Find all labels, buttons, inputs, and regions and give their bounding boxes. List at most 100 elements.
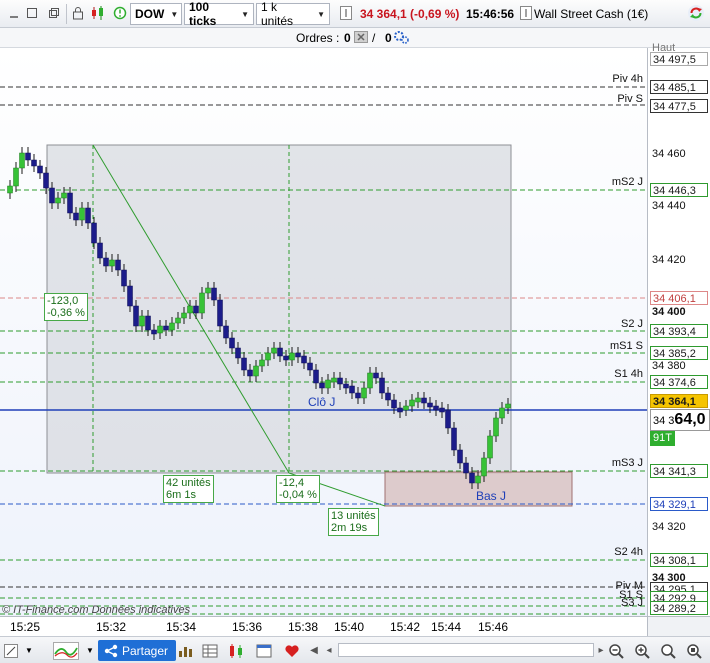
candle-body <box>187 305 193 314</box>
candle-body <box>145 315 151 331</box>
tool-menu-chevron-icon[interactable]: ▼ <box>22 640 36 661</box>
orders-count-2: 0 <box>385 31 392 45</box>
candle-body <box>133 305 139 327</box>
candle-body <box>295 352 301 358</box>
candle-body <box>7 185 13 194</box>
level-name-piv-s: Piv S <box>617 93 643 105</box>
window-icon[interactable] <box>254 640 274 661</box>
candle-body <box>73 212 79 221</box>
bottom-toolbar: ▼ ▼ Partager ◀ ◂ ▸ <box>0 636 710 663</box>
candle-body <box>115 259 121 271</box>
symbol-value: DOW <box>135 7 165 21</box>
candle-body <box>493 417 499 437</box>
level-name-s2-4h: S2 4h <box>614 546 643 558</box>
units-note-1: 42 unités 6m 1s <box>163 475 214 503</box>
candle-body <box>409 399 415 407</box>
units-value: 1 k unités <box>261 0 294 28</box>
time-axis[interactable]: 15:25 15:32 15:34 15:36 15:38 15:40 15:4… <box>0 616 647 636</box>
drawing-tool-icon[interactable] <box>3 640 19 661</box>
diff-note: -12,4 -0,04 % <box>276 475 320 503</box>
price-axis[interactable]: Haut 34 497,5 34 485,1 34 477,5 34 460 3… <box>647 42 710 616</box>
time-scrollbar[interactable] <box>338 643 594 657</box>
axis-tick-34460: 34 460 <box>652 148 686 160</box>
candle-body <box>235 347 241 359</box>
scroll-left-icon[interactable]: ◀ <box>306 640 322 661</box>
candle-body <box>67 192 73 214</box>
zoom-in-icon[interactable] <box>632 640 652 661</box>
indicator-icon[interactable] <box>52 640 80 661</box>
candlestick-icon[interactable] <box>88 3 108 23</box>
units-dropdown[interactable]: 1 k unités ▼ <box>256 0 330 28</box>
price-change: 34 364,1 (-0,69 %) <box>360 7 460 21</box>
candle-body <box>25 152 31 161</box>
candle-body <box>97 242 103 259</box>
candle-body <box>265 352 271 361</box>
restore-icon[interactable] <box>44 3 64 23</box>
candle-body <box>139 315 145 327</box>
candle-body <box>193 305 199 314</box>
maximize-icon[interactable] <box>22 3 42 23</box>
candle-body <box>361 387 367 399</box>
candle-body <box>85 207 91 224</box>
ticks-value: 100 ticks <box>189 0 217 28</box>
alert-icon[interactable] <box>110 3 130 23</box>
scroll-back-icon[interactable]: ◂ <box>322 640 336 661</box>
candle-body <box>433 405 439 411</box>
indicator-menu-chevron-icon[interactable]: ▼ <box>84 640 96 661</box>
axis-piv-s: 34 477,5 <box>650 99 708 113</box>
price-chart[interactable]: Piv 4h Piv S mS2 J S2 J mS1 S S1 4h mS3 … <box>0 48 647 616</box>
current-price-tag: 34 364,1 <box>650 394 708 408</box>
candle-body <box>241 357 247 371</box>
candle-body <box>469 472 475 484</box>
chart-canvas <box>0 86 647 615</box>
axis-tick-34420: 34 420 <box>652 254 686 266</box>
candle-body <box>331 377 337 383</box>
bar-chart-icon[interactable] <box>176 640 196 661</box>
candle-body <box>277 347 283 357</box>
candle-pair-icon[interactable] <box>226 640 246 661</box>
level-name-ms1-s: mS1 S <box>609 340 643 352</box>
units-note-2: 13 unités 2m 19s <box>328 508 379 536</box>
candle-body <box>217 299 223 327</box>
minimize-icon[interactable] <box>4 3 24 23</box>
candle-body <box>445 409 451 429</box>
candle-body <box>403 405 409 411</box>
close-j-label: Clô J <box>308 395 336 409</box>
candle-body <box>253 365 259 377</box>
candle-body <box>175 317 181 324</box>
lock-icon[interactable] <box>68 3 88 23</box>
refresh-icon[interactable] <box>686 3 706 23</box>
candle-body <box>439 407 445 413</box>
candle-body <box>37 165 43 174</box>
orders-bar: Ordres : 0 / 0 <box>0 28 710 48</box>
cancel-orders-icon[interactable] <box>354 31 368 46</box>
heart-bars-icon[interactable] <box>282 640 302 661</box>
candle-body <box>505 403 511 409</box>
axis-ms3-j: 34 341,3 <box>650 464 708 478</box>
share-button[interactable]: Partager <box>98 640 177 661</box>
candle-body <box>49 187 55 204</box>
grid-icon[interactable] <box>200 640 220 661</box>
fit-icon[interactable] <box>684 640 704 661</box>
range-change-note: -123,0 -0,36 % <box>44 293 88 321</box>
range-box[interactable] <box>46 144 512 474</box>
symbol-dropdown[interactable]: DOW ▼ <box>130 3 182 25</box>
time-label: 15:42 <box>390 620 421 634</box>
candle-body <box>343 383 349 389</box>
instrument-info-icon[interactable] <box>516 3 536 23</box>
zoom-reset-icon[interactable] <box>658 640 678 661</box>
candle-body <box>325 379 331 389</box>
orders-settings-icon[interactable] <box>393 30 409 47</box>
zoom-out-icon[interactable] <box>606 640 626 661</box>
axis-piv-4h: 34 485,1 <box>650 80 708 94</box>
candle-body <box>121 269 127 287</box>
candle-body <box>415 397 421 403</box>
candle-body <box>301 355 307 364</box>
axis-tick-34440: 34 440 <box>652 200 686 212</box>
info-icon[interactable] <box>336 3 356 23</box>
candle-body <box>421 397 427 404</box>
ticks-dropdown[interactable]: 100 ticks ▼ <box>184 0 254 28</box>
candle-body <box>229 337 235 349</box>
time-label: 15:46 <box>478 620 509 634</box>
candle-body <box>103 257 109 267</box>
